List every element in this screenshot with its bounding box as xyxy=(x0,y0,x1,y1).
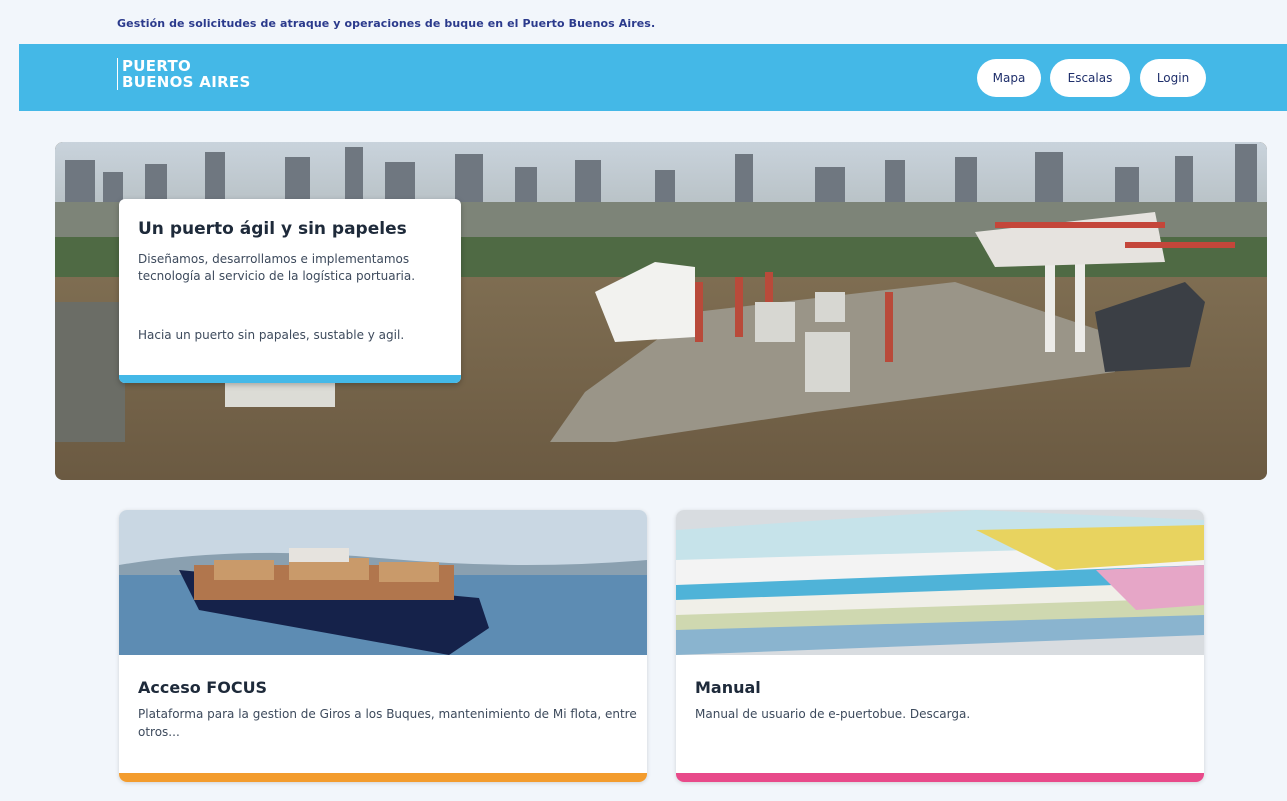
header-bar: PUERTO BUENOS AIRES Mapa Escalas Login xyxy=(19,44,1287,111)
focus-card-title: Acceso FOCUS xyxy=(138,678,268,697)
focus-card-description: Plataforma para la gestion de Giros a lo… xyxy=(138,707,637,739)
hero-title: Un puerto ágil y sin papeles xyxy=(138,219,407,239)
hero-subtext: Hacia un puerto sin papales, sustable y … xyxy=(138,328,405,342)
manual-card-description: Manual de usuario de e-puertobue. Descar… xyxy=(695,707,971,721)
logo-line-1: PUERTO xyxy=(122,57,192,75)
site-tagline: Gestión de solicitudes de atraque y oper… xyxy=(117,17,656,30)
manual-card-title: Manual xyxy=(695,678,761,697)
nav-escalas-button[interactable]: Escalas xyxy=(1050,59,1130,97)
nav-login-button[interactable]: Login xyxy=(1140,59,1206,97)
hero-card-accent-bar xyxy=(119,375,461,383)
documents-stack-image xyxy=(676,510,1204,655)
manual-card[interactable]: Manual Manual de usuario de e-puertobue.… xyxy=(676,510,1204,782)
hero-info-card: Un puerto ágil y sin papeles Diseñamos, … xyxy=(119,199,461,383)
focus-access-card[interactable]: Acceso FOCUS Plataforma para la gestion … xyxy=(119,510,647,782)
logo-line-2: BUENOS AIRES xyxy=(122,73,251,91)
site-logo[interactable]: PUERTO BUENOS AIRES xyxy=(117,58,251,90)
container-ship-image xyxy=(119,510,647,655)
focus-card-accent-bar xyxy=(119,773,647,782)
nav-mapa-button[interactable]: Mapa xyxy=(977,59,1041,97)
manual-card-accent-bar xyxy=(676,773,1204,782)
hero-description: Diseñamos, desarrollamos e implementamos… xyxy=(138,252,416,283)
